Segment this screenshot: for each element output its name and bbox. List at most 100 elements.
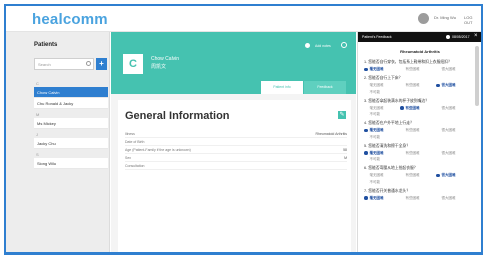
feedback-question: 7. 您能否开关普通水龙头？ 毫无困难 有些困难 很大困难	[364, 189, 472, 201]
answer-option[interactable]: 很大困难	[436, 196, 472, 201]
question-options: 毫无困难 有些困难 很大困难	[364, 67, 472, 72]
answer-option[interactable]: 有些困难	[400, 106, 436, 111]
info-row: Illness Rheumatoid Arthritis	[125, 130, 347, 138]
answer-option-label: 很大困难	[441, 67, 456, 71]
answer-option[interactable]: 不可能	[364, 112, 400, 117]
feedback-question: 6. 您能否弯腰从地上拾起衣服？ 毫无困难 有些困难 很大困难 不可能	[364, 166, 472, 185]
patient-search-input[interactable]: Search	[34, 58, 94, 70]
question-options: 毫无困难 有些困难 很大困难不可能	[364, 128, 472, 140]
answer-option[interactable]: 毫无困难	[364, 83, 400, 88]
radio-icon	[364, 128, 368, 133]
info-row-label: Consultation	[125, 164, 145, 168]
answer-option[interactable]: 毫无困难	[364, 128, 400, 133]
app-logo: healcomm	[32, 11, 108, 28]
answer-option[interactable]: 有些困难	[400, 67, 436, 72]
radio-icon	[364, 158, 368, 162]
patient-name: Chow Calvin	[151, 56, 180, 62]
feedback-question: 1. 您能否自行穿衣，包括系上鞋带和扣上衣服纽扣？ 毫无困难 有些困难 很大困难	[364, 60, 472, 72]
answer-option[interactable]: 不可能	[364, 90, 400, 95]
answer-option[interactable]: 很大困难	[436, 151, 472, 156]
radio-icon	[364, 196, 368, 200]
patient-avatar: C	[123, 54, 143, 74]
answer-option-label: 不可能	[369, 112, 381, 116]
radio-icon	[436, 129, 440, 133]
info-row-value: M	[344, 156, 347, 160]
radio-icon	[400, 84, 404, 88]
answer-option-label: 很大困难	[441, 105, 456, 110]
patient-list-item[interactable]: Jacky Chu	[34, 138, 108, 149]
feedback-scrollbar[interactable]	[475, 46, 479, 106]
answer-option[interactable]: 有些困难	[400, 173, 436, 178]
radio-icon	[364, 151, 368, 155]
add-patient-button[interactable]: +	[96, 58, 107, 70]
answer-option[interactable]: 毫无困难	[364, 67, 400, 72]
close-icon[interactable]: ×	[474, 33, 478, 39]
answer-option-label: 有些困难	[405, 195, 420, 200]
radio-icon	[364, 90, 368, 94]
answer-option[interactable]: 不可能	[364, 180, 400, 185]
answer-option-label: 不可能	[369, 89, 381, 94]
user-avatar[interactable]	[418, 13, 429, 24]
feedback-panel: Patient's Feedback 08/05/2017 × Rheumato…	[357, 32, 481, 255]
answer-option[interactable]: 有些困难	[400, 83, 436, 88]
answer-option-label: 有些困难	[405, 128, 420, 132]
question-options: 毫无困难 有些困难 很大困难不可能	[364, 83, 472, 95]
radio-icon	[364, 174, 368, 178]
notes-icon[interactable]	[305, 43, 310, 48]
tab-feedback[interactable]: Feedback	[304, 81, 346, 94]
answer-option[interactable]: 很大困难	[436, 173, 472, 178]
radio-icon	[400, 174, 404, 178]
user-name: Dr. Ming Wu	[434, 15, 456, 20]
answer-option-label: 毫无困难	[369, 67, 384, 71]
radio-icon	[364, 135, 368, 139]
answer-option[interactable]: 有些困难	[400, 128, 436, 133]
patients-sidebar: Patients Search + C Chow Calvin Chu Ronald…	[6, 32, 110, 255]
radio-icon	[364, 67, 368, 72]
patient-list-item[interactable]: Chow Calvin	[34, 87, 108, 98]
answer-option[interactable]: 有些困难	[400, 196, 436, 201]
answer-option[interactable]: 毫无困难	[364, 106, 400, 111]
tab-patient-info[interactable]: Patient info	[261, 81, 303, 94]
edit-icon[interactable]: ✎	[338, 111, 346, 119]
answer-option[interactable]: 不可能	[364, 157, 400, 162]
question-text: 5. 您能否清洗和擦干全身？	[364, 143, 410, 148]
info-row: Age (Patient-Family if the age is unknow…	[125, 146, 347, 154]
answer-option[interactable]: 毫无困难	[364, 196, 400, 201]
feedback-section-title: Rheumatoid Arthritis	[400, 49, 440, 54]
patient-list-item[interactable]: Siong Wilu	[34, 158, 108, 169]
answer-option-label: 有些困难	[405, 150, 420, 155]
answer-option[interactable]: 很大困难	[436, 83, 472, 88]
answer-option[interactable]: 毫无困难	[364, 151, 400, 156]
group-letter: C	[36, 81, 39, 86]
radio-icon	[436, 106, 440, 110]
main-content: C Chow Calvin 周凯文 Add notes Patient info…	[111, 32, 356, 255]
add-notes-link[interactable]: Add notes	[315, 44, 331, 48]
patient-list-item[interactable]: Ms Mickey	[34, 118, 108, 129]
answer-option[interactable]: 很大困难	[436, 128, 472, 133]
top-bar: healcomm Dr. Ming Wu LOG OUT	[6, 6, 481, 32]
gear-icon[interactable]	[341, 42, 347, 48]
sidebar-title: Patients	[34, 42, 58, 48]
group-letter: J	[36, 132, 38, 137]
feedback-date: 08/05/2017	[452, 35, 470, 39]
radio-icon	[400, 196, 404, 200]
answer-option-label: 很大困难	[441, 173, 456, 177]
answer-option-label: 毫无困难	[369, 150, 384, 155]
answer-option[interactable]: 很大困难	[436, 106, 472, 111]
answer-option[interactable]: 很大困难	[436, 67, 472, 72]
info-row-label: Date of Birth	[125, 140, 145, 144]
answer-option[interactable]: 毫无困难	[364, 173, 400, 178]
search-icon[interactable]	[86, 61, 91, 66]
question-options: 毫无困难 有些困难 很大困难不可能	[364, 151, 472, 163]
group-letter: S	[36, 152, 39, 157]
question-options: 毫无困难 有些困难 很大困难不可能	[364, 106, 472, 118]
info-row-value: 58	[343, 148, 347, 152]
logout-link[interactable]: LOG OUT	[464, 15, 481, 25]
info-rows: Illness Rheumatoid Arthritis Date of Birth…	[125, 130, 347, 170]
info-row-label: Illness	[125, 132, 135, 136]
answer-option[interactable]: 有些困难	[400, 151, 436, 156]
answer-option-label: 有些困难	[405, 67, 420, 71]
question-text: 2. 您能否自行上下床？	[364, 76, 403, 80]
answer-option[interactable]: 不可能	[364, 135, 400, 140]
patient-list-item[interactable]: Chu Ronald & Jacky	[34, 98, 108, 109]
